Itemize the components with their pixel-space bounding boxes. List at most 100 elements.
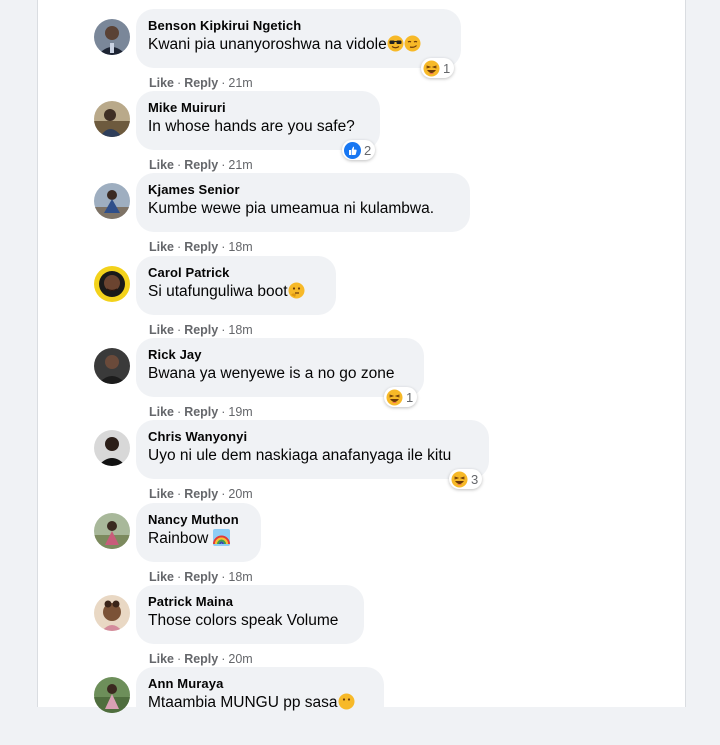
reaction-count-badge[interactable]: 3	[449, 469, 483, 489]
comment-item: Nancy Muthon Rainbow Like · Reply · 18m	[94, 503, 654, 584]
separator: ·	[177, 158, 182, 172]
like-link[interactable]: Like	[149, 652, 174, 666]
separator: ·	[221, 570, 226, 584]
comment-bubble: Rick Jay Bwana ya wenyewe is a no go zon…	[136, 338, 424, 397]
like-link[interactable]: Like	[149, 240, 174, 254]
comment-actions: Like · Reply · 18m	[149, 323, 253, 337]
reply-link[interactable]: Reply	[184, 652, 218, 666]
comment-actions: Like · Reply · 18m	[149, 570, 253, 584]
separator: ·	[177, 570, 182, 584]
cool-sunglasses-emoji-icon	[387, 35, 404, 52]
comment-actions: Like · Reply · 20m	[149, 487, 253, 501]
avatar[interactable]	[94, 430, 130, 466]
comment-text: Si utafunguliwa boot	[148, 281, 324, 303]
rainbow-emoji-icon	[212, 529, 230, 546]
like-link[interactable]: Like	[149, 323, 174, 337]
separator: ·	[177, 76, 182, 90]
separator: ·	[221, 487, 226, 501]
comment-text: Mtaambia MUNGU pp sasa	[148, 692, 372, 714]
smirk-emoji-icon	[404, 35, 421, 52]
avatar[interactable]	[94, 513, 130, 549]
separator: ·	[221, 76, 226, 90]
reply-link[interactable]: Reply	[184, 405, 218, 419]
comment-item: Rick Jay Bwana ya wenyewe is a no go zon…	[94, 338, 654, 419]
commenter-name[interactable]: Rick Jay	[148, 346, 412, 363]
commenter-name[interactable]: Mike Muiruri	[148, 99, 368, 116]
comment-text: Those colors speak Volume	[148, 612, 339, 629]
comment-actions: Like · Reply · 19m	[149, 405, 253, 419]
comment-text: Rainbow	[148, 528, 249, 550]
comment-bubble: Ann Muraya Mtaambia MUNGU pp sasa	[136, 667, 384, 726]
reaction-count: 3	[471, 471, 479, 487]
commenter-name[interactable]: Kjames Senior	[148, 181, 458, 198]
comment-text: Bwana ya wenyewe is a no go zone	[148, 365, 395, 382]
comment-timestamp[interactable]: 18m	[228, 240, 252, 254]
comment-item: Patrick Maina Those colors speak Volume …	[94, 585, 654, 666]
like-link[interactable]: Like	[149, 405, 174, 419]
comment-timestamp[interactable]: 21m	[228, 158, 252, 172]
comment-timestamp[interactable]: 19m	[228, 405, 252, 419]
avatar[interactable]	[94, 677, 130, 713]
commenter-name[interactable]: Carol Patrick	[148, 264, 324, 281]
separator: ·	[177, 487, 182, 501]
comment-item: Benson Kipkirui Ngetich Kwani pia unanyo…	[94, 9, 654, 90]
like-link[interactable]: Like	[149, 76, 174, 90]
commenter-name[interactable]: Ann Muraya	[148, 675, 372, 692]
comment-actions: Like · Reply · 21m	[149, 158, 253, 172]
comment-item: Mike Muiruri In whose hands are you safe…	[94, 91, 654, 172]
commenter-name[interactable]: Patrick Maina	[148, 593, 352, 610]
commenter-name[interactable]: Chris Wanyonyi	[148, 428, 477, 445]
like-link[interactable]: Like	[149, 158, 174, 172]
separator: ·	[177, 652, 182, 666]
comment-timestamp[interactable]: 18m	[228, 570, 252, 584]
avatar[interactable]	[94, 101, 130, 137]
separator: ·	[221, 158, 226, 172]
comment-text: Kwani pia unanyoroshwa na vidole	[148, 34, 449, 56]
reply-link[interactable]: Reply	[184, 76, 218, 90]
reply-link[interactable]: Reply	[184, 487, 218, 501]
comment-bubble: Chris Wanyonyi Uyo ni ule dem naskiaga a…	[136, 420, 489, 479]
comment-timestamp[interactable]: 18m	[228, 323, 252, 337]
comment-bubble: Nancy Muthon Rainbow	[136, 503, 261, 562]
reaction-count: 1	[406, 389, 414, 405]
reply-link[interactable]: Reply	[184, 323, 218, 337]
haha-icon	[386, 389, 403, 406]
like-link[interactable]: Like	[149, 570, 174, 584]
separator: ·	[177, 323, 182, 337]
comment-text: In whose hands are you safe?	[148, 118, 355, 135]
comment-item: Kjames Senior Kumbe wewe pia umeamua ni …	[94, 173, 654, 254]
comment-bubble: Patrick Maina Those colors speak Volume	[136, 585, 364, 644]
comment-bubble: Kjames Senior Kumbe wewe pia umeamua ni …	[136, 173, 470, 232]
reaction-count: 2	[364, 142, 372, 158]
like-link[interactable]: Like	[149, 487, 174, 501]
avatar[interactable]	[94, 19, 130, 55]
comment-text: Kumbe wewe pia umeamua ni kulambwa.	[148, 200, 435, 217]
comment-bubble: Benson Kipkirui Ngetich Kwani pia unanyo…	[136, 9, 461, 68]
commenter-name[interactable]: Nancy Muthon	[148, 511, 249, 528]
comment-bubble: Carol Patrick Si utafunguliwa boot	[136, 256, 336, 315]
emoji-icon	[338, 693, 355, 710]
thinking-face-emoji-icon	[288, 282, 305, 299]
comment-actions: Like · Reply · 21m	[149, 76, 253, 90]
comment-actions: Like · Reply · 20m	[149, 652, 253, 666]
reply-link[interactable]: Reply	[184, 158, 218, 172]
comment-item: Ann Muraya Mtaambia MUNGU pp sasa	[94, 667, 654, 745]
reply-link[interactable]: Reply	[184, 240, 218, 254]
reply-link[interactable]: Reply	[184, 570, 218, 584]
avatar[interactable]	[94, 183, 130, 219]
avatar[interactable]	[94, 595, 130, 631]
avatar[interactable]	[94, 266, 130, 302]
avatar[interactable]	[94, 348, 130, 384]
separator: ·	[221, 405, 226, 419]
separator: ·	[221, 323, 226, 337]
comment-timestamp[interactable]: 20m	[228, 487, 252, 501]
haha-icon	[423, 60, 440, 77]
reaction-count-badge[interactable]: 2	[342, 140, 376, 160]
comment-timestamp[interactable]: 20m	[228, 652, 252, 666]
commenter-name[interactable]: Benson Kipkirui Ngetich	[148, 17, 449, 34]
reaction-count-badge[interactable]: 1	[421, 58, 455, 78]
reaction-count-badge[interactable]: 1	[384, 387, 418, 407]
separator: ·	[177, 405, 182, 419]
reaction-count: 1	[443, 60, 451, 76]
comment-timestamp[interactable]: 21m	[228, 76, 252, 90]
